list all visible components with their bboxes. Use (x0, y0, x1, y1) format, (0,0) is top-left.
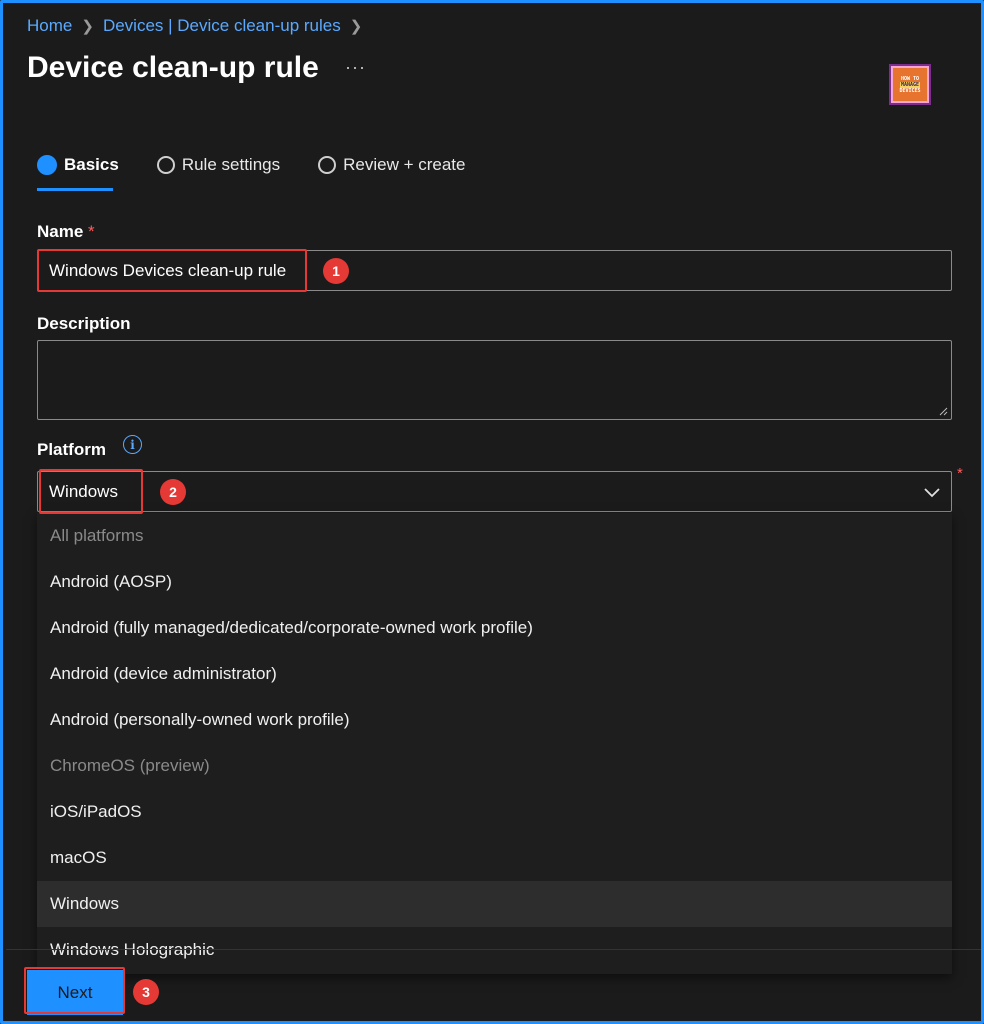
resize-grip-icon[interactable] (938, 406, 948, 416)
breadcrumb: Home ❯ Devices | Device clean-up rules ❯ (27, 16, 371, 36)
platform-select-value: Windows (49, 481, 118, 501)
annotation-marker: 1 (323, 258, 349, 284)
option-windows[interactable]: Windows (37, 881, 952, 927)
option-ios-ipados[interactable]: iOS/iPadOS (37, 789, 952, 835)
step-active-icon (37, 155, 57, 175)
option-android-personally-owned[interactable]: Android (personally-owned work profile) (37, 697, 952, 743)
annotation-marker: 3 (133, 979, 159, 1005)
option-android-device-administrator[interactable]: Android (device administrator) (37, 651, 952, 697)
app-frame: Home ❯ Devices | Device clean-up rules ❯… (0, 0, 984, 1024)
chevron-right-icon: ❯ (81, 18, 94, 35)
option-chromeos-preview: ChromeOS (preview) (50, 756, 210, 775)
next-button[interactable]: Next (27, 970, 123, 1015)
tab-review-create-label: Review + create (343, 155, 466, 174)
breadcrumb-home[interactable]: Home (27, 16, 72, 36)
option-windows-holographic[interactable]: Windows Holographic (37, 927, 952, 973)
tab-basics-label: Basics (64, 155, 119, 174)
brand-logo: HOW TO MANAGE DEVICES (889, 64, 931, 105)
description-label: Description (37, 314, 131, 333)
tab-review-create[interactable]: Review + create (318, 149, 465, 181)
footer-divider (6, 949, 981, 950)
chevron-right-icon: ❯ (349, 18, 363, 35)
platform-dropdown-list: All platforms Android (AOSP) Android (fu… (37, 513, 952, 974)
required-marker: * (88, 222, 95, 241)
wizard-tabs: Basics Rule settings Review + create (37, 149, 503, 181)
name-field-value: Windows Devices clean-up rule (49, 260, 287, 280)
platform-required-marker: * (957, 465, 963, 482)
option-macos[interactable]: macOS (37, 835, 952, 881)
active-tab-indicator (37, 188, 113, 191)
more-options-button[interactable]: ··· (345, 57, 366, 78)
name-field[interactable]: Windows Devices clean-up rule (37, 250, 952, 291)
step-empty-icon (318, 156, 337, 174)
chevron-down-icon (924, 488, 940, 498)
description-field[interactable] (37, 340, 952, 420)
name-label: Name * (37, 222, 95, 241)
breadcrumb-device-cleanup-rules[interactable]: Devices | Device clean-up rules (103, 16, 341, 36)
platform-label: Platform (37, 440, 106, 459)
option-android-fully-managed[interactable]: Android (fully managed/dedicated/corpora… (37, 605, 952, 651)
option-all-platforms: All platforms (50, 526, 144, 545)
tab-rule-settings-label: Rule settings (181, 155, 281, 174)
tab-basics[interactable]: Basics (37, 149, 119, 181)
info-icon[interactable]: i (123, 435, 142, 454)
step-empty-icon (156, 156, 175, 174)
tab-rule-settings[interactable]: Rule settings (156, 149, 281, 181)
option-android-aosp[interactable]: Android (AOSP) (37, 559, 952, 605)
annotation-marker: 2 (160, 479, 186, 505)
page-title: Device clean-up rule (27, 51, 319, 84)
